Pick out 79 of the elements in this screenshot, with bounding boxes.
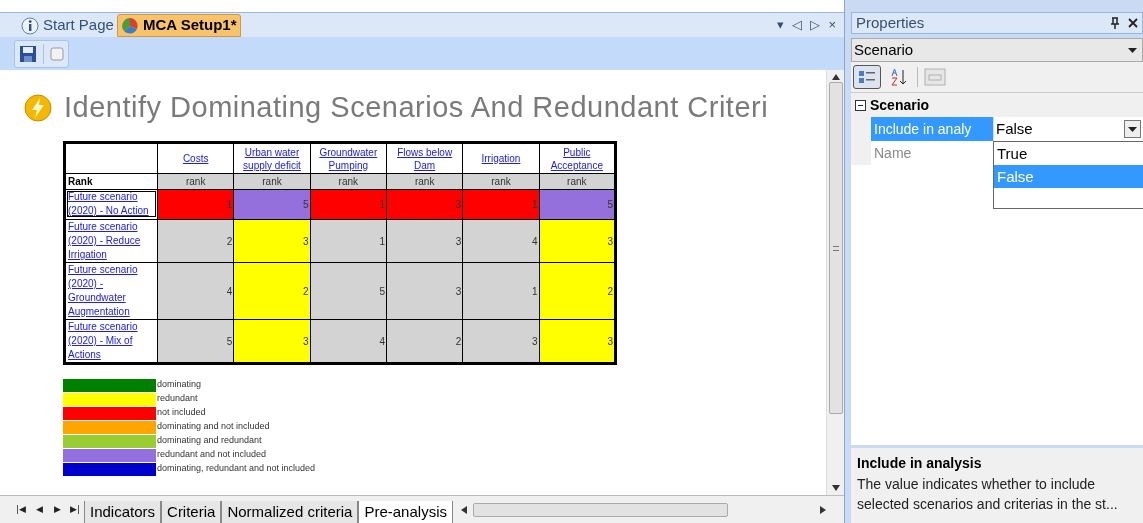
pie-chart-icon (120, 16, 139, 35)
horizontal-scrollbar[interactable] (472, 502, 728, 517)
document-tab[interactable]: MCA Setup1* (116, 14, 241, 37)
legend-label: redundant (157, 392, 198, 406)
rank-cell: 3 (539, 219, 616, 263)
scroll-left-icon[interactable] (460, 505, 467, 514)
scroll-down-icon[interactable] (831, 485, 840, 491)
grip-icon (832, 245, 839, 251)
rank-cell: 3 (539, 319, 616, 364)
scenario-link[interactable]: Future scenario (2020) - Mix of Actions (66, 320, 157, 362)
rank-cell: 2 (233, 262, 311, 320)
legend-label: not included (157, 406, 206, 420)
rank-cell: 3 (386, 219, 463, 263)
rank-cell: 5 (539, 189, 616, 220)
document-tab[interactable]: Start Page (18, 14, 117, 37)
rank-cell: 3 (386, 189, 463, 220)
legend-label: dominating, redundant and not included (157, 462, 316, 476)
tab-control[interactable]: ◁ (792, 14, 803, 34)
legend-label: dominating and not included (157, 420, 270, 434)
dropdown-button[interactable] (1124, 120, 1141, 138)
tab-control[interactable]: ▾ (777, 14, 785, 34)
row-header-label: Rank (64, 173, 158, 190)
rank-cell: 5 (233, 189, 311, 220)
sheet-tab[interactable]: Pre-analysis (358, 501, 453, 523)
tab-control[interactable]: ▷ (810, 14, 821, 34)
sheet-tab[interactable]: Criteria (161, 501, 222, 523)
sheet-nav-button[interactable]: ▶ (48, 502, 66, 517)
sheet-tab[interactable]: Indicators (84, 501, 162, 523)
rank-cell: 2 (539, 262, 616, 320)
object-selector[interactable]: Scenario (851, 38, 1143, 62)
rank-cell: 4 (310, 319, 387, 364)
tab-control[interactable]: × (828, 14, 836, 34)
scroll-up-icon[interactable] (831, 74, 840, 80)
pin-icon[interactable] (1110, 17, 1120, 29)
caret-icon (1128, 47, 1137, 53)
info-icon (21, 16, 39, 35)
description-title: Include in analysis (857, 454, 983, 473)
categorized-button[interactable] (853, 65, 881, 89)
property-name[interactable]: Name (871, 141, 993, 165)
scroll-right-icon[interactable] (820, 505, 826, 514)
rank-cell: 3 (233, 319, 311, 364)
caret-icon (1128, 126, 1137, 132)
scenario-link[interactable]: Future scenario (2020) - Groundwater Augmentation (66, 263, 157, 319)
rank-cell: 5 (310, 262, 387, 320)
rank-cell: 5 (157, 319, 234, 364)
close-icon[interactable] (1128, 18, 1138, 28)
dropdown-option[interactable]: True (994, 142, 1143, 165)
sheet-nav-button[interactable]: |◀ (12, 502, 30, 517)
rank-cell: 4 (157, 262, 234, 320)
description-text: The value indicates whether to include selected scenarios and criterias in the st... (857, 475, 1119, 514)
rank-cell: 1 (310, 189, 387, 220)
rank-cell: 3 (462, 319, 540, 364)
rank-cell: 1 (157, 189, 234, 220)
legend-label: redundant and not included (157, 448, 267, 462)
rank-cell: 1 (310, 219, 387, 263)
sheet-nav-button[interactable]: ◀ (30, 502, 48, 517)
sort-az-icon (890, 68, 908, 86)
rank-cell: 3 (233, 219, 311, 263)
legend-label: dominating (157, 378, 202, 392)
rank-cell: 2 (386, 319, 463, 364)
panel-title: Properties (856, 12, 925, 33)
scenario-link[interactable]: Future scenario (2020) - No Action (66, 190, 157, 218)
category-label: Scenario (870, 95, 930, 115)
lightning-icon (24, 94, 52, 122)
property-value: False (996, 118, 1034, 139)
rank-cell: 2 (157, 219, 234, 263)
rank-cell: 3 (386, 262, 463, 320)
page-heading: Identify Dominating Scenarios And Redundant Criteri (64, 90, 769, 126)
categorized-icon (858, 69, 876, 85)
collapse-toggle[interactable] (855, 99, 866, 111)
scenario-link[interactable]: Future scenario (2020) - Reduce Irrigation (66, 220, 157, 262)
rank-cell: 1 (462, 262, 540, 320)
rank-cell: 4 (462, 219, 540, 263)
sheet-tab[interactable]: Normalized criteria (221, 501, 359, 523)
legend-label: dominating and redundant (157, 434, 262, 448)
sheet-nav-button[interactable]: ▶| (66, 502, 84, 517)
rank-cell: 1 (462, 189, 540, 220)
save-icon[interactable] (19, 44, 37, 63)
vertical-scrollbar[interactable] (826, 70, 844, 495)
